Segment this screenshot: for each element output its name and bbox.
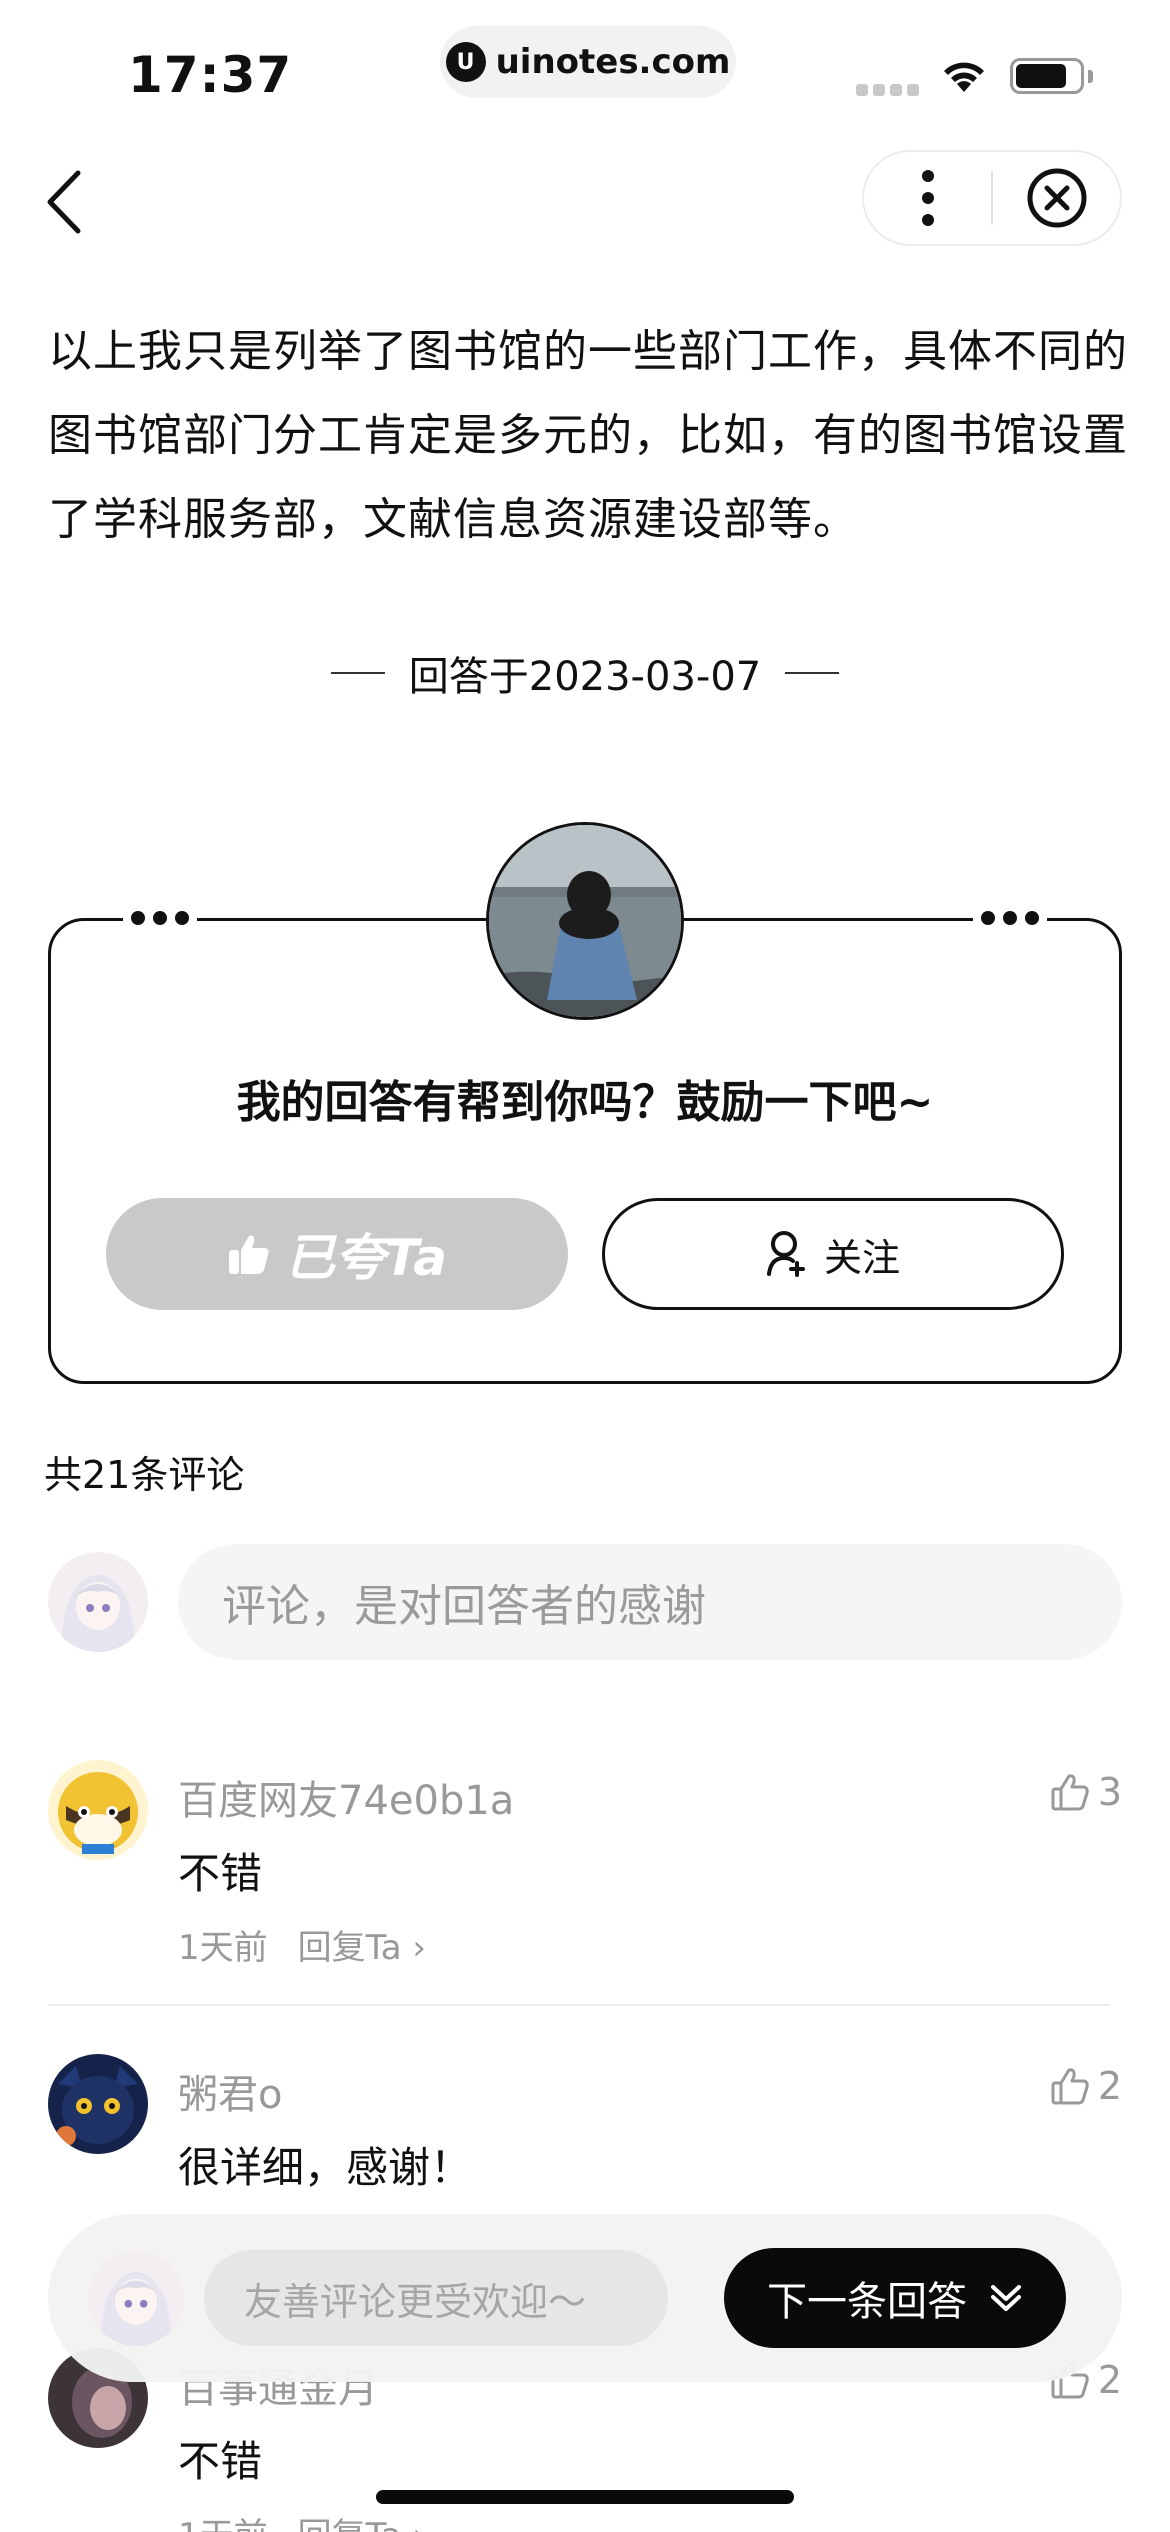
follow-button[interactable]: 关注 <box>602 1198 1064 1310</box>
comment-meta: 1天前 回复Ta › <box>178 2508 426 2532</box>
my-avatar <box>48 1552 148 1652</box>
date-line-right <box>785 672 840 674</box>
my-avatar-small <box>88 2250 184 2346</box>
comment-text: 不错 <box>178 2437 263 2486</box>
comment-divider <box>48 2004 1110 2006</box>
battery-icon <box>1010 58 1084 94</box>
status-time: 17:37 <box>128 46 293 104</box>
status-bar: 17:37 U uinotes.com <box>0 0 1170 140</box>
thumbs-up-outline-icon <box>1051 2068 1089 2105</box>
reply-link[interactable]: 回复Ta › <box>298 1920 426 1969</box>
answerer-avatar[interactable] <box>486 822 684 1020</box>
next-answer-label: 下一条回答 <box>767 2279 967 2325</box>
close-button[interactable] <box>993 152 1120 244</box>
answer-text: 以上我只是列举了图书馆的一些部门工作，具体不同的图书馆部门分工肯定是多元的，比如… <box>48 326 1128 545</box>
user-add-icon <box>766 1231 805 1277</box>
encourage-question: 我的回答有帮到你吗？鼓励一下吧~ <box>236 1077 934 1128</box>
reply-link[interactable]: 回复Ta › <box>298 2508 426 2532</box>
commenter-avatar[interactable] <box>48 1760 148 1860</box>
close-circle-icon <box>1027 168 1086 228</box>
more-button[interactable] <box>864 152 991 244</box>
like-count: 2 <box>1097 2064 1122 2108</box>
praise-label: 已夸Ta <box>285 1229 447 1287</box>
comment-meta: 1天前 回复Ta › <box>178 1920 426 1969</box>
comment-text: 不错 <box>178 1849 263 1898</box>
signal-icon <box>856 84 919 96</box>
comment-item: 百度网友74e0b1a 不错 1天前 回复Ta › 3 <box>48 1760 1122 1980</box>
like-count: 2 <box>1097 2358 1122 2402</box>
comment-time: 1天前 <box>178 2508 268 2532</box>
answer-date-text: 回答于2023-03-07 <box>408 654 762 700</box>
date-line-left <box>330 672 385 674</box>
card-dots-right <box>973 911 1047 925</box>
next-answer-button[interactable]: 下一条回答 <box>724 2248 1066 2348</box>
comments-count: 共21条评论 <box>44 1453 245 1497</box>
chevron-left-icon <box>47 170 81 234</box>
url-text: uinotes.com <box>495 42 731 82</box>
more-vertical-icon <box>921 170 934 226</box>
comment-time: 1天前 <box>178 1928 268 1968</box>
thumbs-up-outline-icon <box>1051 1774 1089 1811</box>
follow-label: 关注 <box>823 1235 900 1280</box>
like-button[interactable]: 2 <box>1050 2064 1122 2108</box>
like-count: 3 <box>1097 1770 1122 1814</box>
comment-input[interactable]: 评论，是对回答者的感谢 <box>178 1544 1122 1660</box>
mini-program-capsule <box>862 150 1122 246</box>
wifi-icon <box>944 62 984 92</box>
commenter-name: 百度网友74e0b1a <box>178 1778 515 1824</box>
card-dots-left <box>123 911 197 925</box>
commenter-avatar[interactable] <box>48 2054 148 2154</box>
like-button[interactable]: 3 <box>1050 1770 1122 1814</box>
site-logo-icon: U <box>445 42 486 82</box>
bottom-action-bar: 友善评论更受欢迎～ 下一条回答 <box>48 2214 1122 2382</box>
back-button[interactable] <box>44 162 104 242</box>
comment-text: 很详细，感谢！ <box>178 2143 473 2192</box>
praise-button[interactable]: 已夸Ta <box>106 1198 568 1310</box>
commenter-name: 粥君o <box>178 2072 283 2118</box>
home-indicator <box>376 2490 794 2504</box>
bottom-comment-input[interactable]: 友善评论更受欢迎～ <box>204 2250 668 2346</box>
thumbs-up-icon <box>229 1235 269 1274</box>
comment-item: 粥君o 很详细，感谢！ 2 <box>48 2054 1122 2204</box>
double-chevron-down-icon <box>991 2285 1021 2311</box>
battery-tip <box>1088 70 1093 83</box>
url-pill[interactable]: U uinotes.com <box>440 26 736 98</box>
answer-date: 回答于2023-03-07 <box>0 644 1170 702</box>
